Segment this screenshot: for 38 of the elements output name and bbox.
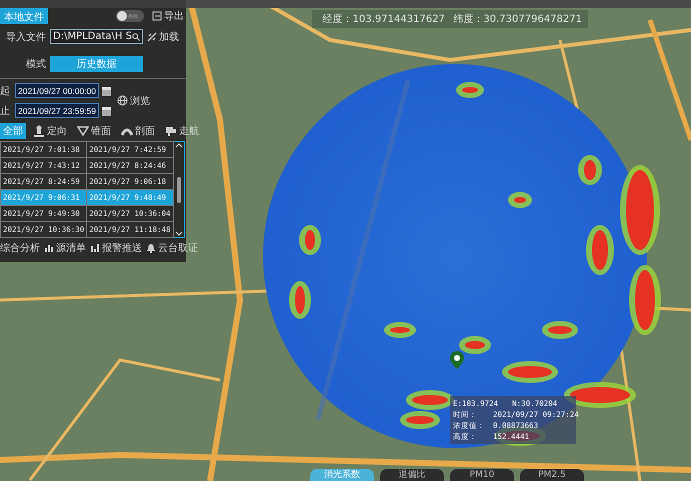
end-label: 止 (0, 104, 11, 118)
search-icon[interactable] (132, 32, 140, 42)
chart-icon (44, 243, 54, 253)
location-pin-icon (450, 351, 464, 369)
person-icon (33, 125, 45, 137)
file-path-field[interactable]: D:\MPLData\H S (50, 29, 143, 44)
load-button[interactable]: 加载 (147, 30, 179, 44)
bell-icon (146, 243, 156, 253)
layer-tab[interactable]: PM10 (450, 469, 514, 481)
chevron-down-icon[interactable] (174, 231, 183, 237)
action-button[interactable]: 云台取证 (146, 241, 198, 255)
browse-button[interactable]: 浏览 (117, 94, 150, 108)
cone-icon (77, 125, 89, 137)
layer-tab[interactable]: 退偏比 (380, 469, 444, 481)
longitude-text: 经度：103.97144317627 (322, 12, 445, 26)
chevron-up-icon[interactable] (174, 142, 183, 148)
action-button[interactable]: 综合分析 (0, 241, 40, 255)
layer-tab[interactable]: PM2.5 (520, 469, 584, 481)
bar-chart-icon (90, 243, 100, 253)
scrollbar[interactable] (174, 141, 185, 238)
scan-tab[interactable]: 剖面 (118, 123, 158, 139)
file-path-value: D:\MPLData\H S (53, 31, 132, 42)
mode-label: 模式 (25, 58, 46, 71)
scan-tab[interactable]: 定向 (30, 123, 70, 139)
action-button[interactable]: 源清单 (44, 241, 86, 255)
scan-tab[interactable]: 锥面 (74, 123, 114, 139)
import-label: 导入文件 (5, 30, 46, 44)
scan-tab[interactable]: 走航 (162, 123, 202, 139)
action-button[interactable]: 报警推送 (90, 241, 142, 255)
latitude-text: 纬度：30.7307796478271 (453, 12, 582, 26)
export-button[interactable]: 导出 (152, 9, 184, 23)
calendar-icon[interactable] (102, 86, 111, 96)
start-label: 起 (0, 84, 11, 98)
export-icon (152, 11, 162, 21)
start-date-field[interactable]: 2021/09/27 00:00:00 (15, 83, 99, 98)
end-date-field[interactable]: 2021/09/27 23:59:59 (15, 103, 99, 118)
globe-icon (117, 95, 128, 106)
calendar-icon[interactable] (102, 106, 111, 116)
